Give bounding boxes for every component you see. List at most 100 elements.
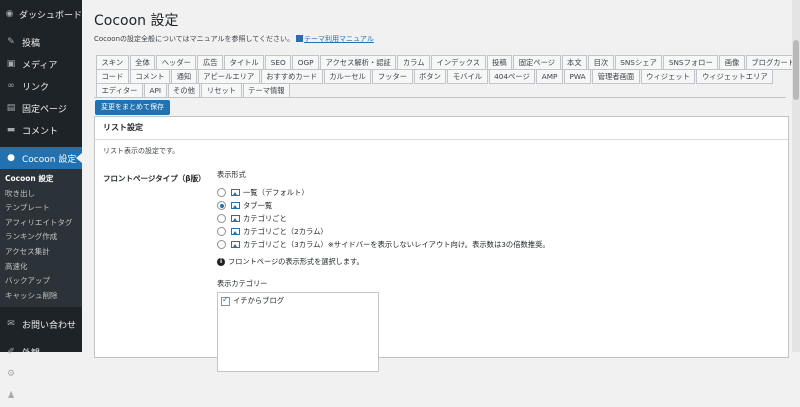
category-item[interactable]: イチからブログ (221, 295, 375, 306)
sidebar-item[interactable]: ⚙ プラグイン (0, 363, 82, 385)
submenu-item[interactable]: キャッシュ削除 (0, 289, 82, 304)
settings-tab[interactable]: フッター (372, 69, 413, 84)
submenu-item[interactable]: Cocoon 設定 (0, 172, 82, 187)
plugin-icon: ⚙ (6, 369, 16, 380)
settings-tab[interactable]: 本文 (561, 55, 588, 70)
settings-tab[interactable]: タイトル (224, 55, 265, 70)
settings-tab[interactable]: テーマ情報 (242, 83, 291, 98)
category-label: 表示カテゴリー (217, 279, 268, 288)
sidebar-item[interactable]: ▬ コメント (0, 119, 82, 141)
settings-tab[interactable]: 全体 (129, 55, 156, 70)
radio-button[interactable] (217, 214, 226, 223)
display-format-field: 表示形式 一覧（デフォルト） タブ一覧 カテゴリごとカテゴリごと（2カラム） カテゴリ… (217, 170, 550, 372)
settings-tab[interactable]: ウィジェット (640, 69, 696, 84)
sidebar-item[interactable]: ✐ 外観 (0, 341, 82, 363)
scrollbar-thumb[interactable] (793, 40, 799, 100)
save-all-button[interactable]: 変更をまとめて保存 (95, 100, 170, 115)
radio-button[interactable] (217, 188, 226, 197)
mail-icon: ✉ (7, 319, 15, 330)
sidebar-item[interactable]: ✎ 投稿 (0, 31, 82, 53)
settings-tab[interactable]: 画像 (719, 55, 745, 70)
settings-tab[interactable]: 固定ページ (513, 55, 561, 70)
settings-tab[interactable]: カラム (397, 55, 431, 70)
settings-tab[interactable]: OGP (292, 55, 320, 70)
settings-tab[interactable]: ヘッダー (156, 55, 197, 70)
settings-tab[interactable]: コード (96, 69, 129, 84)
settings-tab[interactable]: スキン (96, 55, 129, 70)
sidebar-item[interactable]: ∞ リンク (0, 75, 82, 97)
settings-tab[interactable]: SEO (265, 55, 292, 70)
submenu-item[interactable]: 高速化 (0, 260, 82, 275)
settings-tab[interactable]: ウィジェットエリア (696, 69, 774, 84)
settings-tab[interactable]: 目次 (588, 55, 614, 70)
submenu-item[interactable]: アフィリエイトタグ (0, 216, 82, 231)
category-label-text: イチからブログ (233, 296, 285, 305)
settings-tab[interactable]: アピールエリア (197, 69, 260, 84)
dashboard-icon: ◉ (5, 9, 14, 19)
panel-description: リスト表示の設定です。 (103, 147, 180, 155)
settings-tab[interactable]: その他 (167, 83, 201, 98)
submenu-item[interactable]: ランキング作成 (0, 230, 82, 245)
display-format-option[interactable]: カテゴリごと (217, 212, 550, 225)
page-scrollbar[interactable] (792, 0, 800, 352)
manual-link[interactable]: テーマ利用マニュアル (304, 35, 374, 43)
settings-tab[interactable]: AMP (536, 69, 563, 84)
cocoon-submenu: Cocoon 設定 吹き出し テンプレート アフィリエイトタグ ランキング作成 アクセス集… (0, 169, 82, 308)
display-format-option[interactable]: 一覧（デフォルト） (217, 186, 550, 199)
settings-tab[interactable]: 管理者画面 (592, 69, 640, 84)
info-text: フロントページの表示形式を選択します。 (228, 257, 364, 266)
sidebar-item[interactable]: ◉ ダッシュボード (0, 3, 82, 25)
settings-tab[interactable]: SNSシェア (614, 55, 663, 70)
radio-button[interactable] (217, 240, 226, 249)
appearance-icon: ✐ (7, 347, 15, 358)
settings-tab[interactable]: 広告 (197, 55, 224, 70)
settings-tab[interactable]: リセット (201, 83, 242, 98)
submenu-item[interactable]: バックアップ (0, 274, 82, 289)
sidebar-item[interactable]: ● Cocoon 設定 (0, 147, 82, 169)
sidebar-item-label: コメント (22, 126, 59, 137)
category-checkbox[interactable] (221, 295, 230, 306)
settings-tab[interactable]: API (143, 83, 167, 98)
settings-tab[interactable]: カルーセル (323, 69, 372, 84)
submenu-item[interactable]: アクセス集計 (0, 245, 82, 260)
settings-tab[interactable]: アクセス解析・認証 (320, 55, 397, 70)
radio-button[interactable] (217, 227, 226, 236)
settings-tab[interactable]: ボタン (413, 69, 447, 84)
sidebar-item[interactable]: ♟ ユーザー (0, 385, 82, 407)
info-icon: i (217, 258, 225, 266)
user-icon: ♟ (6, 391, 16, 402)
description-text: Cocoonの設定全般についてはマニュアルを参照してください。 (94, 35, 295, 43)
sidebar-item[interactable]: ✉ お問い合わせ (0, 313, 82, 335)
link-icon: ∞ (7, 81, 15, 91)
submenu-item[interactable]: テンプレート (0, 201, 82, 216)
sidebar-item[interactable]: ▣ メディア (0, 53, 82, 75)
display-format-options: 一覧（デフォルト） タブ一覧 カテゴリごとカテゴリごと（2カラム） カテゴリごと（3カ… (217, 186, 550, 251)
settings-tab[interactable]: PWA (563, 69, 592, 84)
tab-row-3: エディター API その他 リセット テーマ情報 (96, 83, 778, 98)
display-format-option[interactable]: カテゴリごと（2カラム） (217, 225, 550, 238)
pin-icon: ✎ (7, 37, 15, 47)
settings-tab[interactable]: 404ページ (488, 69, 536, 84)
tab-row-1: スキン 全体 ヘッダー 広告 タイトル SEO OGP アクセス解析・認証 カラム インデックス投… (96, 55, 800, 70)
settings-tab[interactable]: 通知 (171, 69, 197, 84)
settings-tab[interactable]: インデックス (431, 55, 486, 70)
tab-divider (94, 97, 786, 98)
option-label: カテゴリごと (243, 213, 287, 223)
settings-tab[interactable]: おすすめカード (260, 69, 323, 84)
settings-tab[interactable]: エディター (96, 83, 143, 98)
display-format-label: 表示形式 (217, 170, 246, 179)
submenu-item[interactable]: 吹き出し (0, 187, 82, 202)
sidebar-item-label: 外観 (22, 348, 41, 359)
front-page-type-label: フロントページタイプ（β版） (103, 174, 206, 183)
settings-tab[interactable]: コメント (129, 69, 171, 84)
comment-icon: ▬ (6, 125, 16, 135)
settings-tab[interactable]: SNSフォロー (663, 55, 719, 70)
option-label: 一覧（デフォルト） (243, 187, 309, 197)
settings-tab[interactable]: 投稿 (486, 55, 513, 70)
radio-button[interactable] (217, 201, 226, 210)
display-format-option[interactable]: タブ一覧 (217, 199, 550, 212)
category-list-box[interactable]: イチからブログ (217, 292, 379, 372)
sidebar-item[interactable]: ▤ 固定ページ (0, 97, 82, 119)
settings-tab[interactable]: モバイル (447, 69, 488, 84)
display-format-option[interactable]: カテゴリごと（3カラム）※サイドバーを表示しないレイアウト向け。表示数は3の倍数… (217, 238, 550, 251)
